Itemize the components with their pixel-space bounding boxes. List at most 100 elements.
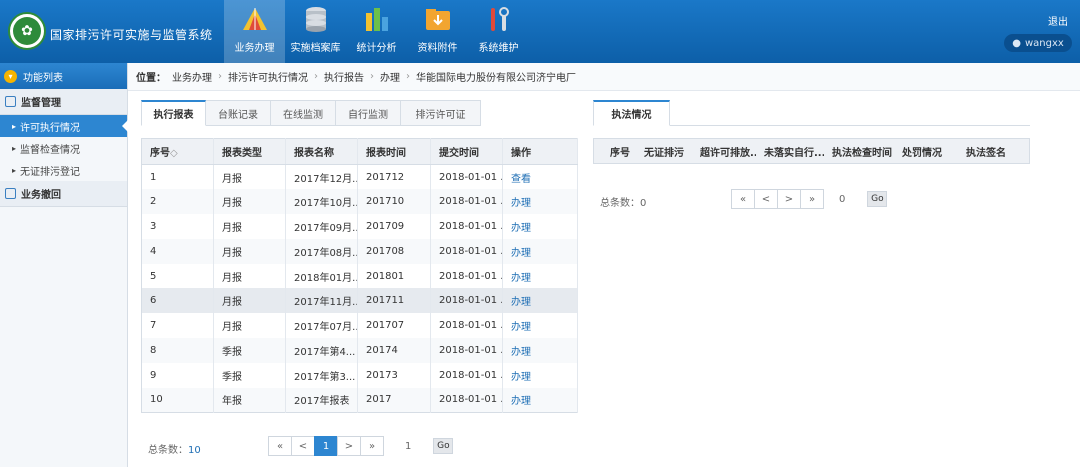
go-button[interactable]: Go (433, 438, 454, 454)
table-row[interactable]: 7月报2017年07月...2017072018-01-01 ...办理 (141, 313, 578, 339)
breadcrumb: 位置： 业务办理 › 排污许可执行情况 › 执行报告 › 办理 › 华能国际电力… (128, 63, 1080, 91)
column-header-time: 报表时间 (357, 138, 431, 165)
table-cell: 2017年09月... (285, 214, 358, 239)
sidebar-group-jiandu[interactable]: 监督管理 (0, 89, 127, 115)
main-nav: 业务办理 实施档案库 统计分析 资料附件 系统维护 (224, 0, 529, 63)
table-row[interactable]: 4月报2017年08月...2017082018-01-01 ...办理 (141, 238, 578, 264)
tab-zixing[interactable]: 自行监测 (336, 100, 401, 126)
table-cell: 2018-01-01 ... (430, 288, 503, 314)
total-count-right: 总条数：0 (600, 198, 647, 209)
database-icon (302, 5, 330, 33)
column-header-type: 报表类型 (213, 138, 286, 165)
row-action-link[interactable]: 查看 (502, 164, 578, 190)
column-header-seq[interactable]: 序号◇ (141, 138, 214, 165)
breadcrumb-separator: › (218, 71, 222, 82)
row-action-link[interactable]: 办理 (502, 189, 578, 215)
nav-label: 资料附件 (417, 43, 458, 54)
table-row[interactable]: 10年报2017年报表20172018-01-01 ...办理 (141, 387, 578, 413)
sidebar-item-label: 监督检查情况 (20, 144, 80, 156)
enforcement-table-header: 序号◇ 无证排污 超许可排放... 未落实自行... 执法检查时间 处罚情况 执… (593, 138, 1030, 164)
table-row[interactable]: 2月报2017年10月...2017102018-01-01 ...办理 (141, 189, 578, 215)
nav-dangan[interactable]: 实施档案库 (285, 0, 346, 63)
table-cell: 季报 (213, 338, 286, 363)
breadcrumb-separator: › (370, 71, 374, 82)
nav-tongji[interactable]: 统计分析 (346, 0, 407, 63)
prev-page-button[interactable]: < (754, 189, 778, 209)
logout-link[interactable]: 退出 (1048, 13, 1068, 28)
table-row[interactable]: 3月报2017年09月...2017092018-01-01 ...办理 (141, 214, 578, 239)
row-action-link[interactable]: 办理 (502, 214, 578, 239)
breadcrumb-item[interactable]: 排污许可执行情况 (228, 69, 308, 84)
first-page-button[interactable]: « (731, 189, 755, 209)
page-1-button[interactable]: 1 (314, 436, 338, 456)
tab-zaixian[interactable]: 在线监测 (271, 100, 336, 126)
row-action-link[interactable]: 办理 (502, 338, 578, 363)
breadcrumb-item: 华能国际电力股份有限公司济宁电厂 (416, 73, 576, 84)
table-row[interactable]: 8季报2017年第4...201742018-01-01 ...办理 (141, 338, 578, 363)
sidebar-item-xuke[interactable]: ▸ 许可执行情况 (0, 115, 128, 137)
bar-chart-icon (363, 5, 391, 33)
table-row[interactable]: 5月报2018年01月...2018012018-01-01 ...办理 (141, 263, 578, 289)
table-cell: 3 (141, 214, 214, 239)
last-page-button[interactable]: » (800, 189, 824, 209)
next-page-button[interactable]: > (777, 189, 801, 209)
table-cell: 5 (141, 263, 214, 289)
table-row[interactable]: 1月报2017年12月...2017122018-01-01 ...查看 (141, 164, 578, 190)
page-number-input[interactable]: 1 (405, 441, 411, 452)
row-action-link[interactable]: 办理 (502, 362, 578, 388)
row-action-link[interactable]: 办理 (502, 313, 578, 339)
table-cell: 201708 (357, 238, 431, 264)
breadcrumb-item[interactable]: 业务办理 (172, 69, 212, 84)
table-cell: 2017 (357, 387, 431, 413)
breadcrumb-item[interactable]: 执行报告 (324, 69, 364, 84)
column-header-name: 报表名称 (285, 138, 358, 165)
table-cell: 月报 (213, 288, 286, 314)
table-cell: 2018-01-01 ... (430, 387, 503, 413)
enforcement-tabs: 执法情况 (593, 100, 1030, 126)
table-cell: 10 (141, 387, 214, 413)
sidebar-group-chehui[interactable]: 业务撤回 (0, 181, 127, 207)
nav-yewu[interactable]: 业务办理 (224, 0, 285, 63)
prev-page-button[interactable]: < (291, 436, 315, 456)
sidebar-header: ▾ 功能列表 (0, 63, 127, 89)
sidebar-item-jiancha[interactable]: ▸ 监督检查情况 (0, 137, 127, 159)
sidebar: ▾ 功能列表 监督管理 ▸ 许可执行情况 ▸ 监督检查情况 ▸ 无证排污登记 业… (0, 63, 128, 467)
column-header-seq[interactable]: 序号◇ (594, 144, 636, 159)
row-action-link[interactable]: 办理 (502, 263, 578, 289)
table-row[interactable]: 6月报2017年11月...2017112018-01-01 ...办理 (141, 288, 578, 314)
table-cell: 201712 (357, 164, 431, 190)
folder-download-icon (424, 5, 452, 33)
user-menu[interactable]: ● wangxx (1004, 34, 1072, 52)
row-action-link[interactable]: 办理 (502, 238, 578, 264)
table-cell: 年报 (213, 387, 286, 413)
sort-icon: ◇ (170, 148, 178, 159)
table-cell: 2017年12月... (285, 164, 358, 190)
nav-ziliao[interactable]: 资料附件 (407, 0, 468, 63)
table-cell: 2018-01-01 ... (430, 338, 503, 363)
table-row[interactable]: 9季报2017年第3...201732018-01-01 ...办理 (141, 362, 578, 388)
breadcrumb-item[interactable]: 办理 (380, 69, 400, 84)
tab-zhifa[interactable]: 执法情况 (593, 100, 670, 126)
leaf-icon: ✿ (13, 17, 41, 45)
tab-xukezheng[interactable]: 排污许可证 (401, 100, 481, 126)
table-cell: 2018年01月... (285, 263, 358, 289)
column-header-signature: 执法签名 (966, 147, 1006, 159)
username: wangxx (1024, 37, 1064, 49)
page-number-input[interactable]: 0 (839, 194, 845, 205)
tab-zhixing[interactable]: 执行报表 (141, 100, 206, 126)
first-page-button[interactable]: « (268, 436, 292, 456)
table-cell: 201707 (357, 313, 431, 339)
next-page-button[interactable]: > (337, 436, 361, 456)
last-page-button[interactable]: » (360, 436, 384, 456)
sidebar-item-wuzheng[interactable]: ▸ 无证排污登记 (0, 159, 127, 181)
row-action-link[interactable]: 办理 (502, 288, 578, 314)
nav-weihu[interactable]: 系统维护 (468, 0, 529, 63)
row-action-link[interactable]: 办理 (502, 387, 578, 413)
column-header-action: 操作 (502, 138, 578, 165)
table-cell: 2017年07月... (285, 313, 358, 339)
go-button[interactable]: Go (867, 191, 888, 207)
table-cell: 2018-01-01 ... (430, 164, 503, 190)
table-cell: 月报 (213, 189, 286, 215)
tab-taizhang[interactable]: 台账记录 (206, 100, 271, 126)
table-cell: 月报 (213, 238, 286, 264)
